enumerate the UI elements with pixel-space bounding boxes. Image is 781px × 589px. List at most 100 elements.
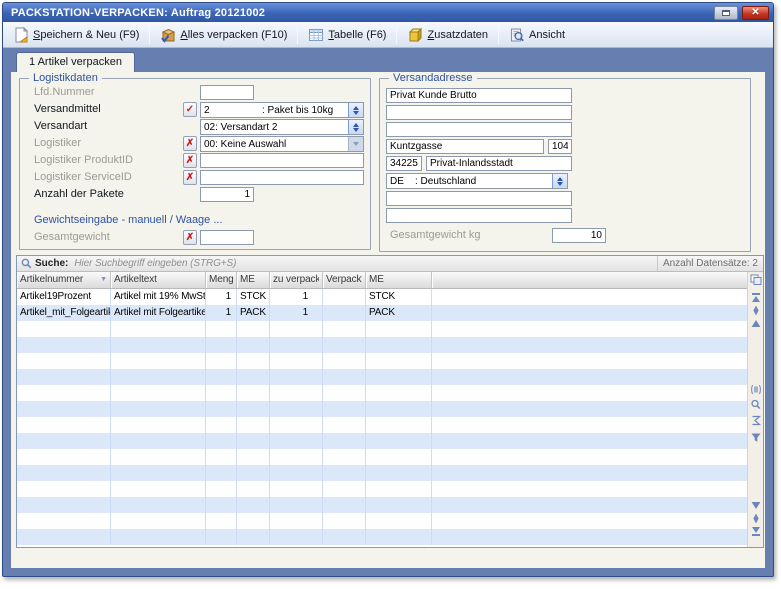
gesamtgewicht-kg-label: Gesamtgewicht kg (390, 229, 480, 241)
cell-filler (432, 289, 747, 305)
maximize-button[interactable] (714, 6, 738, 20)
title-bar[interactable]: PACKSTATION-VERPACKEN: Auftrag 20121002 … (3, 3, 773, 22)
cell-artikelnummer (17, 529, 111, 545)
pakete-field[interactable] (200, 187, 254, 202)
grid-search-icon[interactable] (750, 399, 762, 410)
name1-field[interactable] (386, 88, 572, 103)
cell-me2 (366, 497, 432, 513)
page-down-icon[interactable] (750, 513, 762, 524)
cell-artikeltext (111, 337, 206, 353)
table-row-empty[interactable] (17, 417, 747, 433)
table-row-empty[interactable] (17, 385, 747, 401)
column-header-me[interactable]: ME (237, 272, 270, 288)
table-row-empty[interactable] (17, 433, 747, 449)
column-header-menge[interactable]: Menge (206, 272, 237, 288)
versandmittel-combobox[interactable]: 2: Paket bis 10kg (200, 102, 364, 118)
column-header-zu_verpacken[interactable]: zu verpacke (270, 272, 323, 288)
cell-me (237, 369, 270, 385)
land-combobox[interactable]: DE: Deutschland (386, 173, 568, 189)
table-row-empty[interactable] (17, 369, 747, 385)
column-chooser-icon[interactable] (750, 274, 762, 285)
table-row-empty[interactable] (17, 529, 747, 545)
cell-zu_verpacken (270, 513, 323, 529)
serviceid-clear-button[interactable]: ✗ (183, 170, 197, 185)
logistiker-combobox[interactable]: 00: Keine Auswahl (200, 136, 364, 152)
search-bar[interactable]: Suche: Hier Suchbegriff eingeben (STRG+S… (17, 256, 763, 272)
table-row-empty[interactable] (17, 353, 747, 369)
produktid-clear-button[interactable]: ✗ (183, 153, 197, 168)
cell-artikeltext (111, 417, 206, 433)
table-row-empty[interactable] (17, 321, 747, 337)
table-row-empty[interactable] (17, 449, 747, 465)
scroll-down-icon[interactable] (750, 500, 762, 511)
cell-me2 (366, 353, 432, 369)
versandmittel-check-button[interactable]: ✓ (183, 102, 197, 117)
column-header-artikeltext[interactable]: Artikeltext (111, 272, 206, 288)
cell-verpackt (323, 401, 366, 417)
cell-zu_verpacken (270, 401, 323, 417)
article-grid-panel: Suche: Hier Suchbegriff eingeben (STRG+S… (16, 255, 764, 548)
sort-desc-icon: ▼ (100, 272, 107, 288)
column-header-artikelnummer[interactable]: Artikelnummer▼ (17, 272, 111, 288)
cell-menge: 1 (206, 289, 237, 305)
column-header-me2[interactable]: ME (366, 272, 432, 288)
splitter-icon[interactable] (750, 384, 762, 395)
scroll-up-icon[interactable] (750, 318, 762, 329)
adresszusatz1-field[interactable] (386, 191, 572, 206)
scroll-last-icon[interactable] (750, 526, 762, 537)
grid-scroll-strip (747, 272, 763, 547)
table-row[interactable]: Artikel_mit_FolgeartikelArtikel mit Folg… (17, 305, 747, 321)
table-row-empty[interactable] (17, 337, 747, 353)
gesamtgewicht-field[interactable] (200, 230, 254, 245)
sum-icon[interactable] (750, 415, 762, 426)
tab-artikel-verpacken[interactable]: 1 Artikel verpacken (16, 52, 135, 72)
cell-artikeltext (111, 497, 206, 513)
gewichtseingabe-heading: Gewichtseingabe - manuell / Waage ... (34, 214, 223, 226)
view-icon (509, 27, 525, 43)
ort-field[interactable] (426, 156, 572, 171)
cell-artikeltext: Artikel mit 19% MwSt. (111, 289, 206, 305)
produktid-field[interactable] (200, 153, 364, 168)
cell-menge (206, 433, 237, 449)
gesamtgewicht-clear-button[interactable]: ✗ (183, 230, 197, 245)
adresszusatz2-field[interactable] (386, 208, 572, 223)
spinner-icon[interactable] (348, 103, 363, 117)
plz-field[interactable] (386, 156, 422, 171)
logistiker-clear-button[interactable]: ✗ (183, 136, 197, 151)
save-new-button[interactable]: Speichern & Neu (F9) (5, 24, 147, 46)
spinner-icon[interactable] (552, 174, 567, 188)
cell-verpackt (323, 385, 366, 401)
page-up-icon[interactable] (750, 305, 762, 316)
additional-data-button[interactable]: Zusatzdaten (399, 24, 496, 46)
cell-verpackt (323, 497, 366, 513)
scroll-first-icon[interactable] (750, 292, 762, 303)
app-window: PACKSTATION-VERPACKEN: Auftrag 20121002 … (2, 2, 774, 577)
table-row-empty[interactable] (17, 465, 747, 481)
column-header-verpackt[interactable]: Verpackt (323, 272, 366, 288)
table-row[interactable]: Artikel19ProzentArtikel mit 19% MwSt.1ST… (17, 289, 747, 305)
toolbar-separator (149, 26, 150, 44)
name2-field[interactable] (386, 105, 572, 120)
cell-menge (206, 513, 237, 529)
table-row-empty[interactable] (17, 401, 747, 417)
pack-all-button[interactable]: Alles verpacken (F10) (152, 24, 295, 46)
column-header-filler[interactable] (432, 272, 747, 288)
view-button[interactable]: Ansicht (501, 24, 573, 46)
new-document-icon (13, 27, 29, 43)
cell-artikeltext (111, 353, 206, 369)
table-button[interactable]: Tabelle (F6) (300, 24, 394, 46)
table-row-empty[interactable] (17, 513, 747, 529)
strasse-field[interactable] (386, 139, 544, 154)
cell-zu_verpacken (270, 497, 323, 513)
spinner-icon[interactable] (348, 120, 363, 134)
name3-field[interactable] (386, 122, 572, 137)
close-button[interactable]: ✕ (742, 6, 769, 20)
filter-icon[interactable] (750, 432, 762, 443)
table-row-empty[interactable] (17, 481, 747, 497)
serviceid-field[interactable] (200, 170, 364, 185)
lfdnummer-field[interactable] (200, 85, 254, 100)
versandart-combobox[interactable]: 02: Versandart 2 (200, 119, 364, 135)
gesamtgewicht-kg-field[interactable] (552, 228, 606, 243)
table-row-empty[interactable] (17, 497, 747, 513)
hausnummer-field[interactable] (548, 139, 572, 154)
